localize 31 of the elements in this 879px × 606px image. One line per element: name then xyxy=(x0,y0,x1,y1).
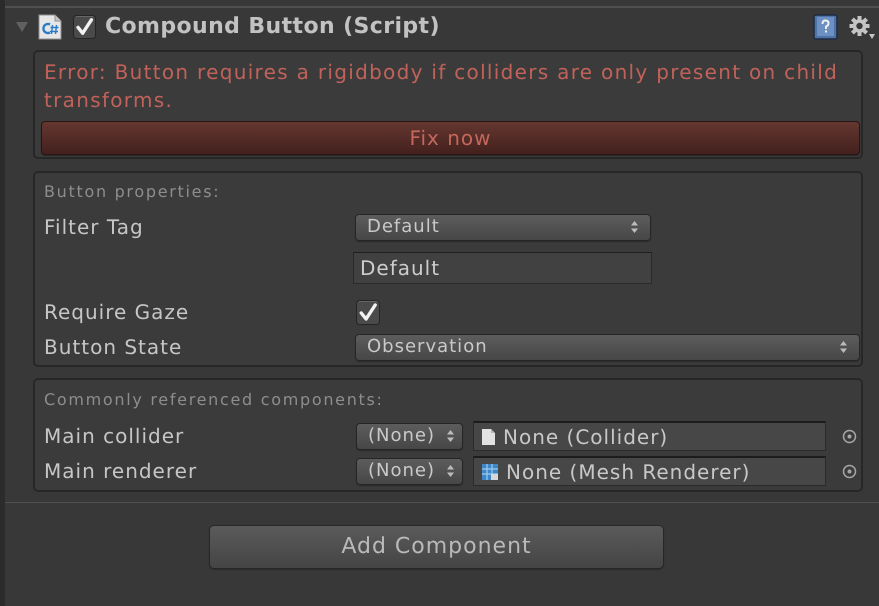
updown-arrows-icon xyxy=(631,221,638,233)
object-field[interactable]: None (Collider) xyxy=(473,421,826,451)
tag-text-field[interactable]: Default xyxy=(353,252,652,284)
updown-arrows-icon xyxy=(840,341,847,353)
add-component-button[interactable]: Add Component xyxy=(209,525,664,569)
document-icon xyxy=(481,428,496,446)
mode-dropdown[interactable]: (None) xyxy=(356,458,463,484)
field-label: Main collider xyxy=(44,423,186,450)
object-picker-icon[interactable] xyxy=(842,428,857,444)
component-title: Compound Button (Script) xyxy=(105,16,440,38)
object-field[interactable]: None (Mesh Renderer) xyxy=(473,456,826,486)
field-label: Button State xyxy=(44,334,184,361)
section-heading: Button properties: xyxy=(44,181,220,203)
updown-arrows-icon xyxy=(447,465,454,477)
mesh-icon xyxy=(481,462,499,480)
field-label: Require Gaze xyxy=(44,299,190,326)
error-message: Error: Button requires a rigidbody if colliders are only present on child transforms. xyxy=(44,59,840,114)
field-label: Filter Tag xyxy=(44,214,145,241)
section-heading: Commonly referenced components: xyxy=(44,389,384,411)
settings-gear-icon[interactable] xyxy=(849,15,875,39)
tag-dropdown[interactable]: Default xyxy=(355,214,651,240)
script-file-icon xyxy=(38,14,62,40)
fix-now-button[interactable]: Fix now xyxy=(41,121,860,155)
mode-dropdown[interactable]: (None) xyxy=(356,422,463,450)
enabled-checkbox[interactable] xyxy=(73,15,96,39)
updown-arrows-icon xyxy=(447,430,454,442)
field-label: Main renderer xyxy=(44,458,198,485)
object-picker-icon[interactable] xyxy=(842,464,857,478)
state-dropdown[interactable]: Observation xyxy=(355,334,860,360)
help-icon[interactable] xyxy=(813,14,838,40)
require-gaze-checkbox[interactable] xyxy=(356,300,380,324)
